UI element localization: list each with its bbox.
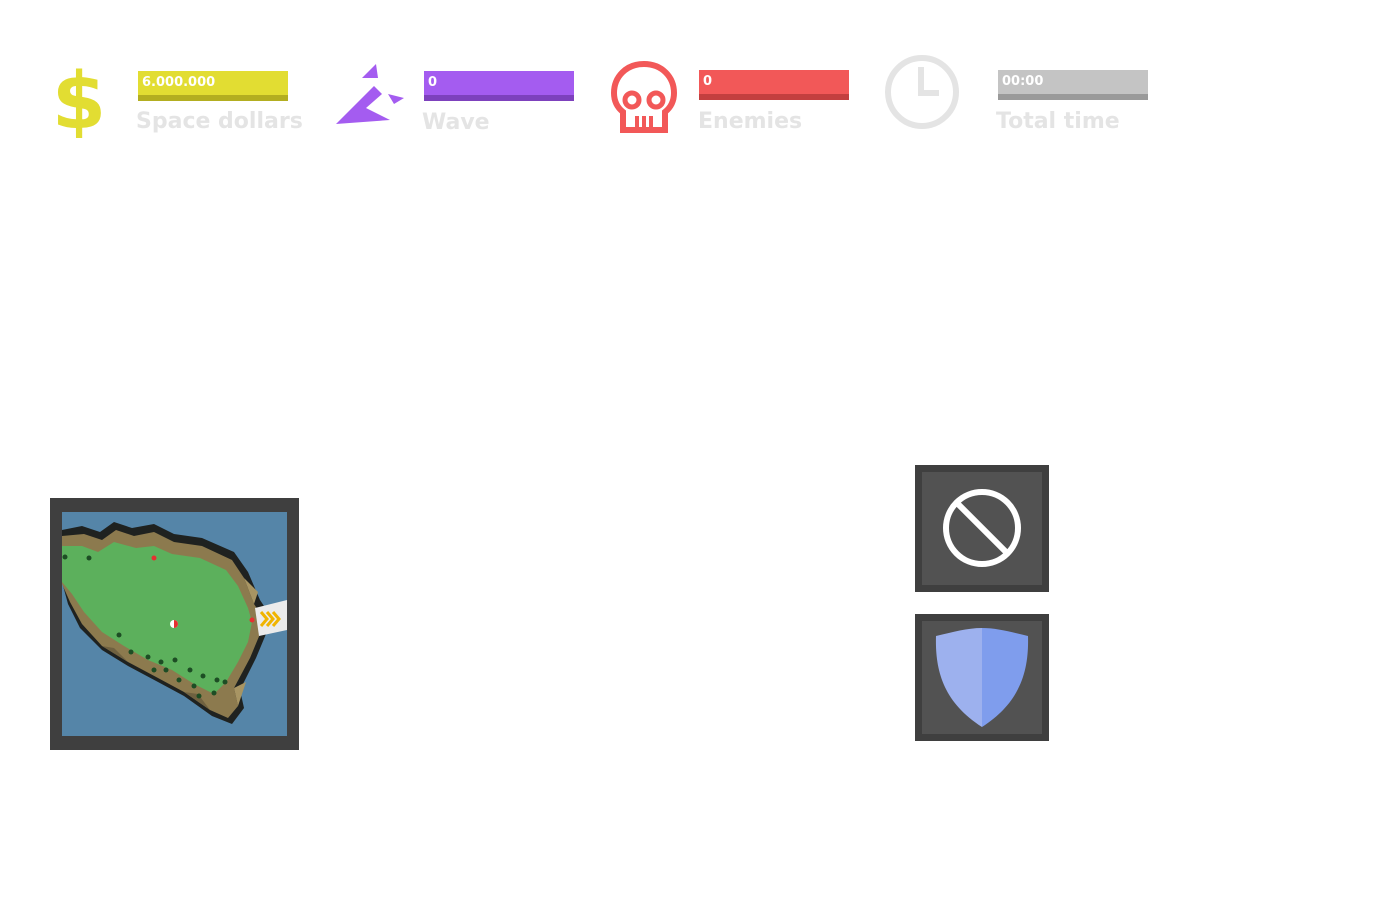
dollar-icon: $ bbox=[56, 60, 102, 138]
money-bar: 6.000.000 bbox=[138, 71, 288, 101]
shield-button[interactable] bbox=[915, 614, 1049, 741]
shield-icon bbox=[935, 628, 1029, 727]
enemies-bar: 0 bbox=[699, 70, 849, 100]
enemies-label: Enemies bbox=[698, 109, 803, 134]
time-label: Total time bbox=[996, 109, 1120, 134]
enemies-value: 0 bbox=[703, 74, 713, 89]
clock-icon bbox=[885, 55, 959, 129]
minimap-view[interactable] bbox=[62, 512, 287, 736]
wave-label: Wave bbox=[422, 110, 490, 135]
island-map bbox=[62, 522, 287, 724]
svg-text:$: $ bbox=[56, 60, 102, 138]
time-value: 00:00 bbox=[1002, 74, 1044, 89]
wave-value: 0 bbox=[428, 75, 438, 90]
game-screen: $ 6.000.000 Space dollars 0 Wave 0 Enemi… bbox=[0, 0, 1400, 900]
minimap[interactable] bbox=[50, 498, 299, 750]
wave-shards-icon bbox=[336, 64, 404, 124]
cancel-button[interactable] bbox=[915, 465, 1049, 592]
prohibited-icon bbox=[943, 489, 1021, 567]
money-label: Space dollars bbox=[136, 109, 303, 134]
skull-icon bbox=[610, 60, 678, 133]
time-bar: 00:00 bbox=[998, 70, 1148, 100]
wave-bar: 0 bbox=[424, 71, 574, 101]
money-value: 6.000.000 bbox=[142, 75, 216, 90]
